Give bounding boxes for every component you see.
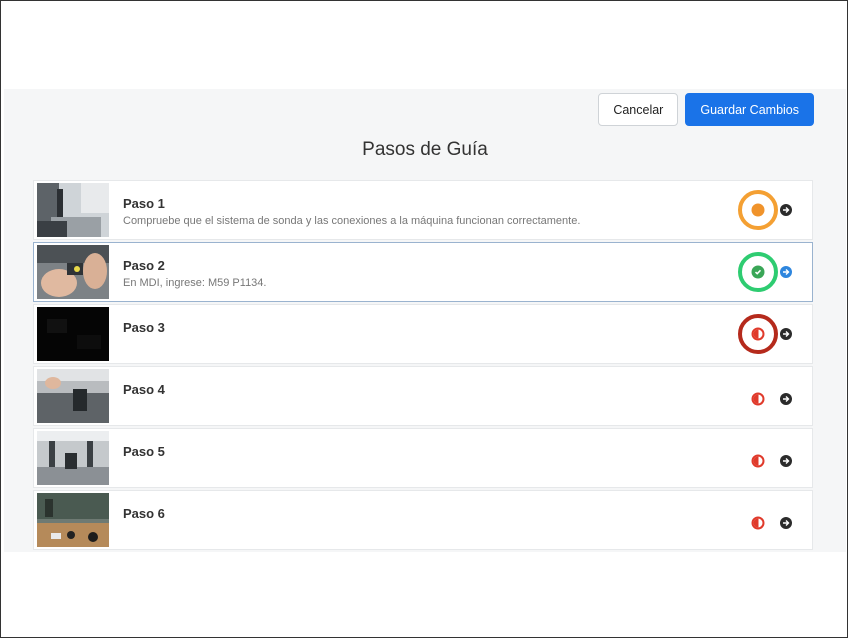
step-thumbnail bbox=[37, 369, 109, 423]
step-description: Compruebe que el sistema de sonda y las … bbox=[123, 215, 581, 227]
guide-steps-panel: Cancelar Guardar Cambios Pasos de Guía P… bbox=[4, 89, 846, 552]
step-title: Paso 4 bbox=[123, 382, 165, 397]
step-row-2[interactable]: Paso 2 En MDI, ingrese: M59 P1134. bbox=[33, 242, 813, 302]
half-circle-icon bbox=[751, 454, 765, 468]
step-thumbnail bbox=[37, 493, 109, 547]
step-row-5[interactable]: Paso 5 bbox=[33, 428, 813, 488]
arrow-right-icon[interactable] bbox=[780, 328, 792, 340]
step-thumbnail bbox=[37, 307, 109, 361]
toolbar: Cancelar Guardar Cambios bbox=[598, 93, 814, 126]
save-changes-button[interactable]: Guardar Cambios bbox=[685, 93, 814, 126]
step-title: Paso 3 bbox=[123, 320, 165, 335]
arrow-right-icon[interactable] bbox=[780, 516, 792, 529]
arrow-right-icon[interactable] bbox=[780, 204, 792, 216]
step-row-3[interactable]: Paso 3 bbox=[33, 304, 813, 364]
half-circle-icon bbox=[751, 516, 765, 530]
app-frame: Cancelar Guardar Cambios Pasos de Guía P… bbox=[0, 0, 848, 638]
step-thumbnail bbox=[37, 183, 109, 237]
arrow-right-icon[interactable] bbox=[780, 454, 792, 467]
check-circle-icon bbox=[751, 265, 765, 279]
step-row-4[interactable]: Paso 4 bbox=[33, 366, 813, 426]
step-thumbnail bbox=[37, 431, 109, 485]
cancel-button[interactable]: Cancelar bbox=[598, 93, 679, 126]
step-title: Paso 6 bbox=[123, 506, 165, 521]
page-title: Pasos de Guía bbox=[362, 139, 488, 160]
step-title: Paso 1 bbox=[123, 196, 165, 211]
arrow-right-icon[interactable] bbox=[780, 266, 792, 278]
step-title: Paso 2 bbox=[123, 258, 165, 273]
steps-list: Paso 1 Compruebe que el sistema de sonda… bbox=[33, 180, 813, 552]
step-title: Paso 5 bbox=[123, 444, 165, 459]
step-thumbnail bbox=[37, 245, 109, 299]
half-circle-icon bbox=[751, 392, 765, 406]
half-circle-icon bbox=[751, 327, 765, 341]
step-row-1[interactable]: Paso 1 Compruebe que el sistema de sonda… bbox=[33, 180, 813, 240]
arrow-right-icon[interactable] bbox=[780, 392, 792, 405]
step-description: En MDI, ingrese: M59 P1134. bbox=[123, 277, 267, 289]
in-progress-dot-icon bbox=[751, 203, 765, 217]
step-row-6[interactable]: Paso 6 bbox=[33, 490, 813, 550]
